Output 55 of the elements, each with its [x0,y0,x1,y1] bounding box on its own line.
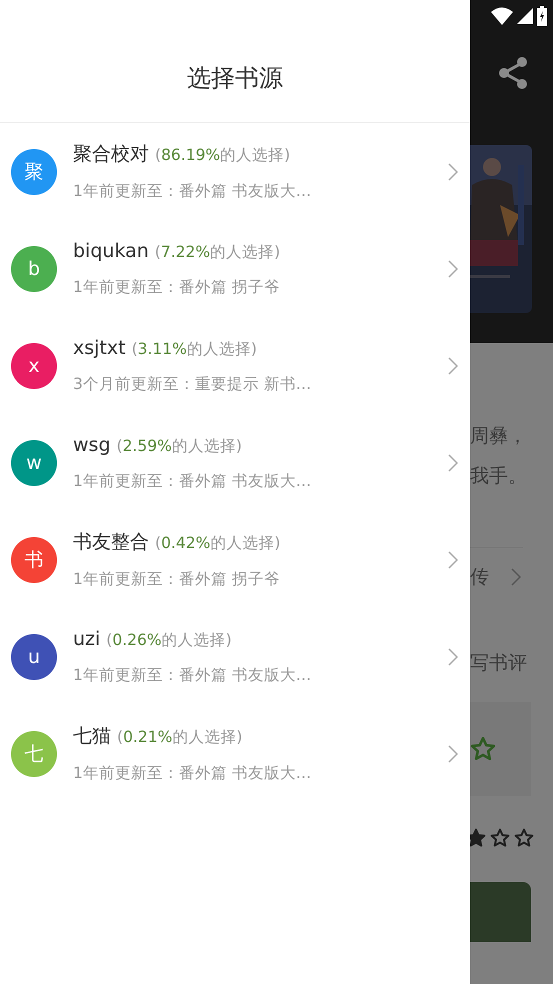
source-avatar: 七 [11,730,57,776]
update-info: 1年前更新至：番外篇 书友版大… [73,763,312,784]
source-name: wsg [73,434,110,456]
selection-share: (2.59%的人选择) [116,436,242,456]
source-name: uzi [73,628,100,650]
source-name: 书友整合 [73,530,149,555]
selection-share: (86.19%的人选择) [155,145,290,166]
chevron-right-icon [448,454,458,472]
source-item[interactable]: 七 七猫 (0.21%的人选择) 1年前更新至：番外篇 书友版大… [0,705,470,802]
chevron-right-icon [448,260,458,278]
source-item[interactable]: x xsjtxt (3.11%的人选择) 3个月前更新至：重要提示 新书… [0,317,470,414]
intro-text: 周彝， [470,424,528,449]
source-name: 聚合校对 [73,142,149,167]
chevron-right-icon [448,744,458,762]
chevron-right-icon [448,356,458,374]
source-name: biqukan [73,240,149,262]
source-name: xsjtxt [73,336,126,358]
update-info: 1年前更新至：番外篇 书友版大… [73,470,312,492]
source-item[interactable]: b biqukan (7.22%的人选择) 1年前更新至：番外篇 拐子爷 [0,220,470,317]
source-avatar: w [11,440,57,486]
star-icon [470,736,496,762]
source-name: 七猫 [73,724,111,749]
chevron-right-icon [511,568,521,586]
source-avatar: 书 [11,536,57,582]
update-info: 1年前更新至：番外篇 书友版大… [73,664,312,686]
source-item[interactable]: 书 书友整合 (0.42%的人选择) 1年前更新至：番外篇 拐子爷 [0,511,470,608]
star-icon [514,828,534,848]
selection-share: (0.26%的人选择) [106,630,232,650]
update-info: 3个月前更新至：重要提示 新书… [73,374,312,394]
source-item[interactable]: 聚 聚合校对 (86.19%的人选择) 1年前更新至：番外篇 书友版大… [0,123,470,220]
intro-text: 我手。 [470,464,528,489]
update-info: 1年前更新至：番外篇 书友版大… [73,181,312,202]
selection-share: (7.22%的人选择) [154,242,280,262]
star-icon [490,828,510,848]
wifi-icon [491,7,513,25]
update-info: 1年前更新至：番外篇 拐子爷 [73,276,281,298]
share-icon[interactable] [497,56,529,90]
star-icon [470,828,486,848]
battery-icon [537,6,547,26]
chevron-right-icon [448,550,458,568]
selection-share: (3.11%的人选择) [132,338,257,360]
signal-icon [517,8,533,24]
source-avatar: b [11,246,57,292]
dialog-title: 选择书源 [187,63,283,94]
source-avatar: 聚 [11,148,57,194]
chevron-right-icon [448,162,458,180]
source-avatar: x [11,342,57,388]
source-item[interactable]: u uzi (0.26%的人选择) 1年前更新至：番外篇 书友版大… [0,608,470,705]
source-item[interactable]: w wsg (2.59%的人选择) 1年前更新至：番外篇 书友版大… [0,414,470,511]
update-info: 1年前更新至：番外篇 拐子爷 [73,569,281,590]
chevron-right-icon [448,648,458,666]
selection-share: (0.21%的人选择) [117,727,242,748]
selection-share: (0.42%的人选择) [155,533,280,554]
source-avatar: u [11,634,57,680]
section-label: 传 [470,565,489,590]
